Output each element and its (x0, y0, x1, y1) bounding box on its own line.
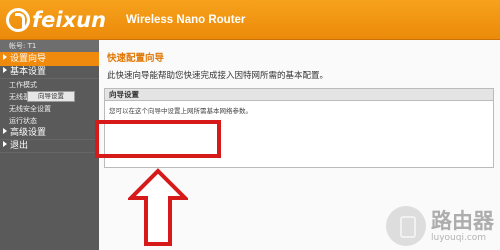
sidebar-item-advanced-settings[interactable]: 高级设置 (0, 127, 99, 140)
panel-title: 向导设置 (105, 89, 493, 101)
account-label: 帐号: T1 (0, 40, 99, 52)
router-logo-icon (386, 206, 426, 246)
watermark-site: luyouqi.com (431, 233, 487, 243)
sidebar-item-run-status[interactable]: 运行状态 (0, 115, 99, 127)
page-title: 快速配置向导 (107, 53, 165, 64)
feixun-logo-icon (6, 8, 30, 32)
feixun-logo: feixun (6, 6, 106, 34)
sidebar-item-work-mode[interactable]: 工作模式 (0, 79, 99, 91)
watermark-title: 路由器 (431, 209, 494, 233)
triangle-right-icon (3, 67, 7, 73)
triangle-right-icon (3, 54, 7, 60)
product-name: Wireless Nano Router (126, 14, 246, 26)
sidebar-item-label: 设置向导 (10, 54, 47, 64)
panel-text: 您可以在这个向导中设置上网所需基本网络参数。 (109, 107, 252, 115)
wizard-setup-button[interactable]: 向导设置 (27, 91, 75, 102)
sidebar: 帐号: T1 设置向导 基本设置 工作模式 无线基本设置 无线安全设置 运行状态… (0, 40, 99, 250)
header: feixun Wireless Nano Router (0, 0, 500, 40)
triangle-right-icon (3, 141, 7, 147)
sidebar-item-label: 基本设置 (10, 67, 47, 77)
sidebar-item-label: 退出 (10, 141, 29, 151)
sidebar-item-wireless-security[interactable]: 无线安全设置 (0, 103, 99, 115)
sidebar-item-setup-wizard[interactable]: 设置向导 (0, 52, 99, 66)
sidebar-item-logout[interactable]: 退出 (0, 140, 99, 153)
highlight-box (95, 120, 221, 158)
up-arrow-icon (128, 168, 188, 246)
page-description: 此快速向导能帮助您快速完成接入因特网所需的基本配置。 (107, 71, 329, 81)
sidebar-item-label: 高级设置 (10, 128, 47, 138)
sidebar-item-basic-settings[interactable]: 基本设置 (0, 66, 99, 79)
watermark: 路由器 luyouqi.com (386, 206, 494, 246)
triangle-right-icon (3, 128, 7, 134)
brand-name: feixun (32, 8, 107, 32)
